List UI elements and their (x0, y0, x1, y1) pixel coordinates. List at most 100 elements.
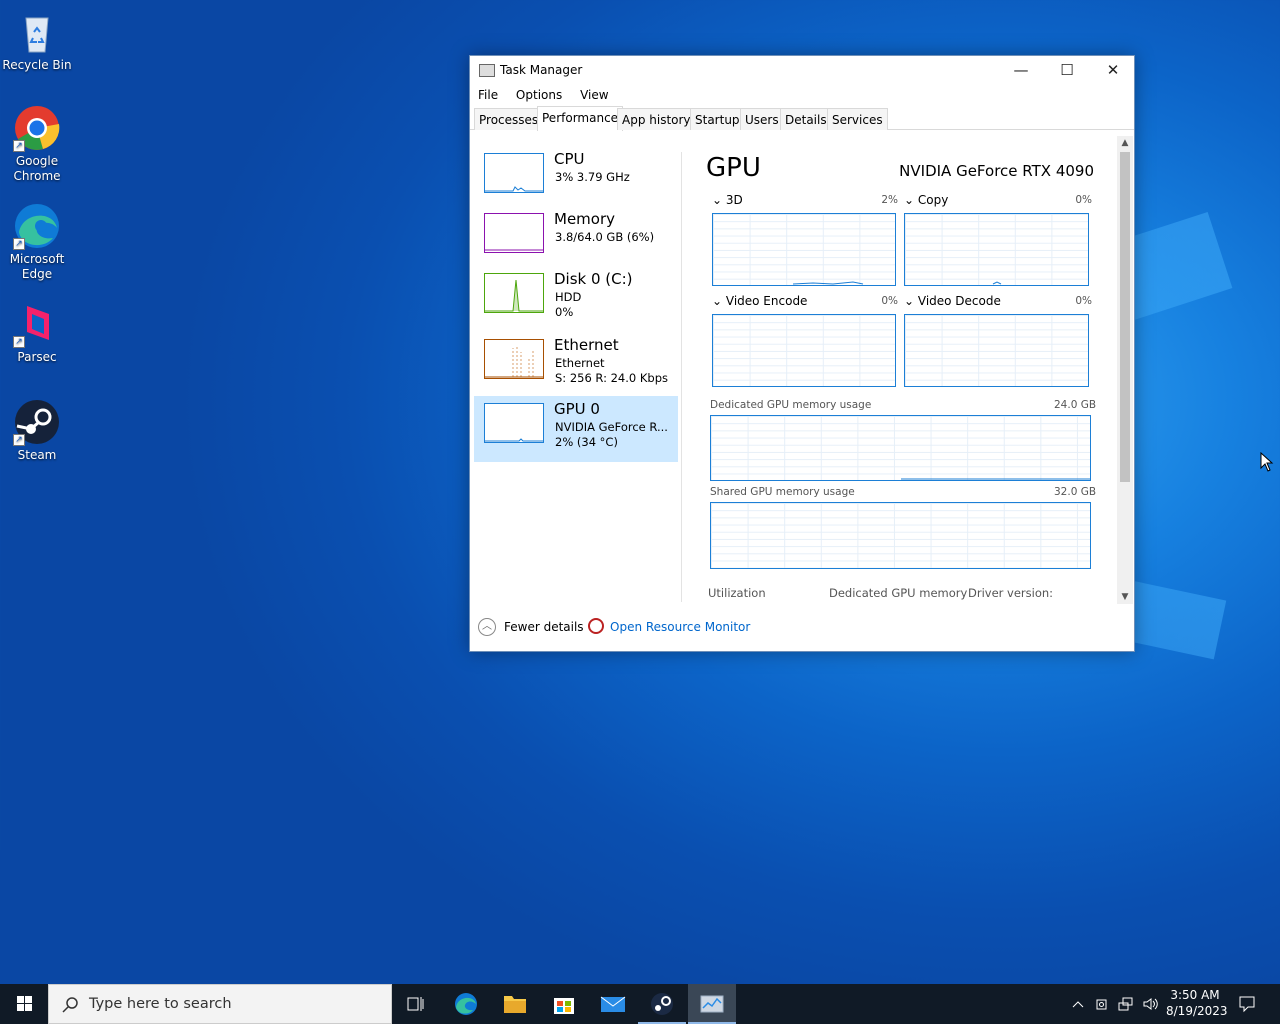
search-icon (62, 997, 78, 1013)
volume-icon[interactable] (1142, 996, 1160, 1012)
chrome-icon: ↗ (13, 104, 61, 152)
close-button[interactable]: ✕ (1090, 56, 1136, 84)
sidebar-item-detail: S: 256 R: 24.0 Kbps (555, 371, 668, 385)
menu-file[interactable]: File (478, 84, 498, 106)
sidebar-item-name: Memory (554, 210, 616, 228)
stat-utilization-label: Utilization (708, 586, 766, 600)
show-hidden-icons-chevron-icon[interactable] (1070, 996, 1086, 1012)
gpu-name: NVIDIA GeForce RTX 4090 (899, 162, 1094, 180)
title-bar[interactable]: Task Manager — ☐ ✕ (470, 56, 1134, 84)
scrollbar-thumb[interactable] (1120, 152, 1130, 482)
graph-shared-memory (710, 502, 1091, 569)
engine-selector-video-encode[interactable]: ⌄ Video Encode (712, 294, 807, 308)
graph-video-encode (712, 314, 896, 387)
desktop-icon-chrome[interactable]: ↗ Google Chrome (0, 104, 74, 184)
menu-bar: File Options View (470, 84, 1134, 106)
meet-now-icon[interactable] (1094, 996, 1110, 1012)
engine-label: Video Encode (725, 294, 808, 308)
resource-monitor-icon (588, 618, 604, 634)
tab-users[interactable]: Users (740, 108, 784, 130)
tab-services[interactable]: Services (827, 108, 888, 130)
ethernet-thumbnail-graph (484, 339, 544, 379)
taskbar-search-box[interactable]: Type here to search (48, 984, 392, 1024)
open-resource-monitor-link[interactable]: Open Resource Monitor (610, 620, 750, 634)
footer: ︿ Fewer details Open Resource Monitor (470, 616, 1134, 644)
sidebar-item-name: GPU 0 (554, 400, 600, 418)
sidebar-item-detail: 2% (34 °C) (555, 435, 618, 449)
engine-percent: 0% (881, 295, 898, 307)
graph-video-decode (904, 314, 1089, 387)
desktop-icon-label: Microsoft Edge (9, 252, 65, 281)
tab-performance[interactable]: Performance (537, 106, 624, 131)
engine-selector-video-decode[interactable]: ⌄ Video Decode (904, 294, 1001, 308)
search-placeholder: Type here to search (89, 996, 232, 1012)
task-view-button[interactable] (392, 984, 440, 1024)
vertical-scrollbar[interactable]: ▲ ▼ (1117, 136, 1133, 604)
scroll-down-arrow-icon[interactable]: ▼ (1117, 592, 1133, 602)
collapse-chevron-icon[interactable]: ︿ (478, 618, 496, 636)
engine-percent: 2% (881, 194, 898, 206)
sidebar-item-detail: NVIDIA GeForce R... (555, 420, 668, 434)
sidebar-item-memory[interactable]: Memory 3.8/64.0 GB (6%) (474, 206, 678, 272)
sidebar-item-name: Disk 0 (C:) (554, 270, 633, 288)
steam-icon (651, 993, 673, 1015)
cpu-thumbnail-graph (484, 153, 544, 193)
window-title: Task Manager (500, 63, 583, 77)
sidebar-item-detail: 0% (555, 305, 574, 319)
sidebar-item-name: CPU (554, 150, 585, 168)
scroll-up-arrow-icon[interactable]: ▲ (1117, 138, 1133, 148)
desktop-icon-label: Parsec (17, 350, 57, 364)
task-view-icon (407, 997, 424, 1011)
sidebar-item-ethernet[interactable]: Ethernet Ethernet S: 256 R: 24.0 Kbps (474, 332, 678, 398)
disk-thumbnail-graph (484, 273, 544, 313)
taskbar-edge[interactable] (442, 984, 490, 1024)
stat-dedicated-memory-label: Dedicated GPU memory (829, 586, 968, 600)
menu-view[interactable]: View (580, 84, 608, 106)
desktop-icon-label: Google Chrome (13, 154, 61, 183)
taskbar-task-manager[interactable] (688, 984, 736, 1024)
maximize-button[interactable]: ☐ (1044, 56, 1090, 84)
desktop-icon-steam[interactable]: ↗ Steam (0, 398, 74, 463)
dedicated-memory-max: 24.0 GB (1054, 399, 1097, 411)
engine-percent: 0% (1075, 194, 1092, 206)
graph-dedicated-memory (710, 415, 1091, 481)
engine-selector-3d[interactable]: ⌄ 3D (712, 193, 743, 207)
shortcut-arrow-icon: ↗ (13, 434, 25, 446)
clock[interactable]: 3:50 AM 8/19/2023 (1166, 987, 1228, 1019)
windows-logo-icon (17, 996, 32, 1011)
memory-thumbnail-graph (484, 213, 544, 253)
tab-app-history[interactable]: App history (617, 108, 696, 130)
sidebar-item-gpu[interactable]: GPU 0 NVIDIA GeForce R... 2% (34 °C) (474, 396, 678, 462)
action-center-icon[interactable] (1238, 995, 1256, 1013)
desktop-icon-edge[interactable]: ↗ Microsoft Edge (0, 202, 74, 282)
taskbar-mail[interactable] (589, 984, 637, 1024)
engine-label: Copy (917, 193, 949, 207)
desktop-icon-parsec[interactable]: ↗ Parsec (0, 300, 74, 365)
taskbar-store[interactable] (540, 984, 588, 1024)
stat-driver-version-label: Driver version: (968, 586, 1054, 600)
divider (681, 152, 682, 602)
sidebar-item-disk[interactable]: Disk 0 (C:) HDD 0% (474, 266, 678, 332)
shared-memory-label: Shared GPU memory usage (710, 486, 855, 498)
engine-label: 3D (725, 193, 743, 207)
desktop-icon-recycle-bin[interactable]: Recycle Bin (0, 8, 74, 73)
sidebar-item-cpu[interactable]: CPU 3% 3.79 GHz (474, 146, 678, 212)
tab-details[interactable]: Details (780, 108, 832, 130)
sidebar-item-detail: HDD (555, 290, 582, 304)
task-manager-icon (700, 995, 724, 1013)
engine-selector-copy[interactable]: ⌄ Copy (904, 193, 948, 207)
minimize-button[interactable]: — (998, 56, 1044, 84)
tab-processes[interactable]: Processes (474, 108, 544, 130)
taskbar-steam[interactable] (638, 984, 686, 1024)
network-icon[interactable] (1118, 996, 1134, 1012)
shortcut-arrow-icon: ↗ (13, 336, 25, 348)
start-button[interactable] (0, 984, 48, 1024)
shared-memory-max: 32.0 GB (1054, 486, 1097, 498)
tab-bar: Processes Performance App history Startu… (470, 106, 1134, 131)
menu-options[interactable]: Options (516, 84, 562, 106)
tab-startup[interactable]: Startup (690, 108, 745, 130)
fewer-details-link[interactable]: Fewer details (504, 620, 584, 634)
engine-percent: 0% (1075, 295, 1092, 307)
gpu-thumbnail-graph (484, 403, 544, 443)
taskbar-file-explorer[interactable] (491, 984, 539, 1024)
